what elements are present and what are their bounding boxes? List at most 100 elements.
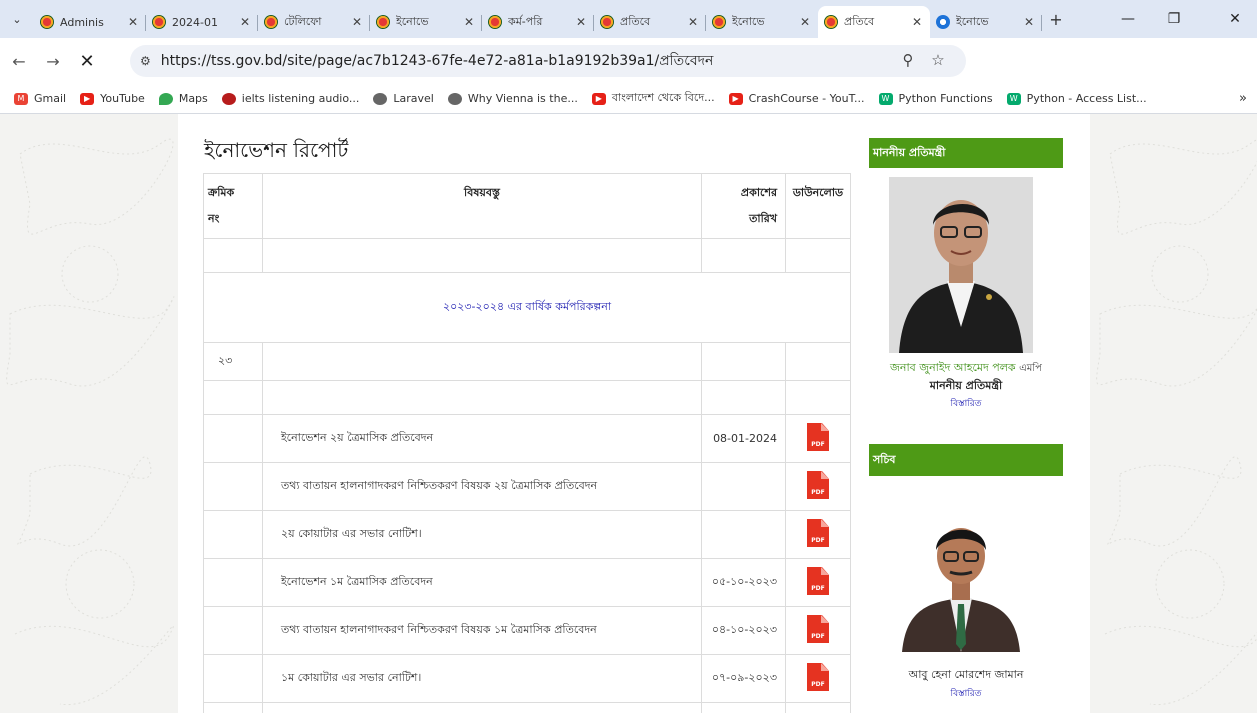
youtube-icon: ▶ [80, 92, 95, 105]
bookmark-item[interactable]: Why Vienna is the... [447, 92, 578, 105]
browser-tab[interactable]: কর্ম-পরি ✕ [482, 7, 594, 37]
w3schools-icon: W [878, 92, 893, 105]
browser-tab[interactable]: ইনোভে ✕ [706, 7, 818, 37]
browser-tab[interactable]: ইনোভে ✕ [930, 7, 1042, 37]
bookmark-item[interactable]: Maps [158, 92, 208, 105]
table-row: তথ্য বাতায়ন হালনাগাদকরণ নিশ্চিতকরণ বিষয… [203, 462, 851, 511]
bookmark-item[interactable]: ▶ CrashCourse - YouT... [728, 92, 865, 105]
section-row: ২০২৩-২০২৪ এর বার্ষিক কর্মপরিকল্পনা [203, 272, 851, 343]
tab-strip: ⌄ Adminis ✕ 2024-01 ✕ টেলিফো ✕ ইনোভে ✕ কর্ম-… [0, 0, 1257, 38]
bookmark-item[interactable]: W Python - Access List... [1006, 92, 1147, 105]
main-content: ইনোভেশন রিপোর্ট ক্রমিক নং বিষয়বস্তু প্রক… [178, 114, 1090, 713]
globe-icon [447, 92, 462, 105]
pdf-download-icon[interactable]: PDF [807, 519, 829, 547]
bookmark-item[interactable]: ▶ বাংলাদেশ থেকে বিদে... [591, 89, 715, 108]
serial-cell: ২৩ [203, 342, 263, 381]
bookmark-label: Python - Access List... [1026, 92, 1147, 105]
close-tab-icon[interactable]: ✕ [126, 15, 140, 29]
site-favicon-icon [488, 15, 502, 29]
restore-icon[interactable]: ❐ [1152, 0, 1196, 38]
browser-tab[interactable]: প্রতিবে ✕ [594, 7, 706, 37]
pdf-label: PDF [811, 633, 825, 640]
close-tab-icon[interactable]: ✕ [910, 15, 924, 29]
forward-icon[interactable]: → [38, 46, 68, 76]
close-tab-icon[interactable]: ✕ [462, 15, 476, 29]
pdf-download-icon[interactable]: PDF [807, 663, 829, 691]
bookmark-label: Why Vienna is the... [467, 92, 578, 105]
zoom-icon[interactable]: ⚲ [898, 51, 918, 71]
close-tab-icon[interactable]: ✕ [574, 15, 588, 29]
record-icon [221, 92, 236, 105]
report-date: ০৭-০৯-২০২৩ [701, 654, 786, 703]
page-viewport: ইনোভেশন রিপোর্ট ক্রমিক নং বিষয়বস্তু প্রক… [0, 114, 1257, 713]
pdf-label: PDF [811, 441, 825, 448]
browser-toolbar: ← → ✕ ⚙ https://tss.gov.bd/site/page/ac7… [0, 38, 1257, 108]
url-text[interactable]: https://tss.gov.bd/site/page/ac7b1243-67… [161, 49, 714, 73]
minister-suffix: এমপি [1019, 363, 1042, 374]
table-row [203, 380, 851, 415]
tab-title: ইনোভে [956, 14, 989, 28]
pdf-download-icon[interactable]: PDF [807, 471, 829, 499]
bookmark-item[interactable]: Laravel [373, 92, 434, 105]
report-date: 08-01-2024 [701, 414, 786, 463]
close-tab-icon[interactable]: ✕ [798, 15, 812, 29]
bookmark-item[interactable]: ▶ YouTube [80, 92, 145, 105]
close-tab-icon[interactable]: ✕ [686, 15, 700, 29]
report-subject: তথ্য বাতায়ন হালনাগাদকরণ নিশ্চিতকরণ বিষয… [261, 462, 703, 511]
minister-name-line: জনাব জুনাইদ আহমেদ পলক এমপি [869, 359, 1063, 378]
minister-heading: মাননীয় প্রতিমন্ত্রী [869, 138, 1063, 168]
download-cell: PDF [785, 462, 851, 511]
report-subject: ইনোভেশন ১ম ত্রৈমাসিক প্রতিবেদন [261, 558, 703, 607]
bookmark-item[interactable]: M Gmail [14, 92, 66, 105]
pdf-download-icon[interactable]: PDF [807, 615, 829, 643]
browser-tab[interactable]: টেলিফো ✕ [258, 7, 370, 37]
site-favicon-icon [712, 15, 726, 29]
minimize-icon[interactable]: — [1106, 0, 1150, 38]
secretary-name: আবু হেনা মোরশেদ জামান [908, 668, 1024, 681]
browser-tab[interactable]: Adminis ✕ [34, 7, 146, 37]
table-row: ইনোভেশন ১ম ত্রৈমাসিক প্রতিবেদন ০৫-১০-২০২… [203, 558, 851, 607]
header-text: তারিখ [749, 212, 777, 225]
bookmark-star-icon[interactable]: ☆ [928, 51, 948, 71]
minister-photo [889, 177, 1033, 353]
report-date [701, 510, 786, 559]
bookmarks-overflow-icon[interactable]: » [1239, 91, 1247, 106]
secretary-photo [898, 512, 1024, 652]
pdf-download-icon[interactable]: PDF [807, 423, 829, 451]
bookmark-item[interactable]: ielts listening audio... [221, 92, 360, 105]
maps-icon [158, 92, 173, 105]
bookmark-label: CrashCourse - YouT... [748, 92, 865, 105]
browser-tab[interactable]: ইনোভে ✕ [370, 7, 482, 37]
bookmark-item[interactable]: W Python Functions [878, 92, 993, 105]
report-date: ০৪-১০-২০২৩ [701, 606, 786, 655]
site-settings-icon[interactable]: ⚙ [140, 54, 151, 68]
gmail-icon: M [14, 92, 28, 105]
browser-tab[interactable]: 2024-01 ✕ [146, 7, 258, 37]
stop-loading-icon[interactable]: ✕ [72, 46, 102, 76]
close-tab-icon[interactable]: ✕ [1022, 15, 1036, 29]
pdf-label: PDF [811, 681, 825, 688]
browser-tab-active[interactable]: প্রতিবে ✕ [818, 6, 930, 38]
tab-title: ইনোভে [396, 14, 429, 28]
close-tab-icon[interactable]: ✕ [238, 15, 252, 29]
report-subject: ১ম কোয়াটার এর সভার নোটিশ। [261, 654, 703, 703]
header-text: নং [208, 212, 220, 225]
bookmark-label: ielts listening audio... [241, 92, 360, 105]
reports-table: ক্রমিক নং বিষয়বস্তু প্রকাশের তারিখ ডাউনলো… [203, 173, 851, 713]
table-row: ২৩ [203, 342, 851, 381]
bookmark-label: YouTube [100, 92, 145, 105]
download-cell: PDF [785, 606, 851, 655]
close-tab-icon[interactable]: ✕ [350, 15, 364, 29]
back-icon[interactable]: ← [4, 46, 34, 76]
minister-detail-link[interactable]: বিস্তারিত [869, 396, 1063, 411]
subject-header: বিষয়বস্তু [261, 173, 703, 239]
serial-header: ক্রমিক নং [203, 173, 263, 239]
new-tab-icon[interactable]: + [1042, 10, 1070, 29]
secretary-detail-link[interactable]: বিস্তারিত [869, 686, 1063, 701]
tab-search-chevron-icon[interactable]: ⌄ [0, 0, 34, 38]
report-date: ০৫-১০-২০২৩ [701, 558, 786, 607]
report-date [701, 462, 786, 511]
close-window-icon[interactable]: ✕ [1213, 0, 1257, 38]
pdf-download-icon[interactable]: PDF [807, 567, 829, 595]
address-bar[interactable]: ⚙ https://tss.gov.bd/site/page/ac7b1243-… [130, 45, 966, 77]
